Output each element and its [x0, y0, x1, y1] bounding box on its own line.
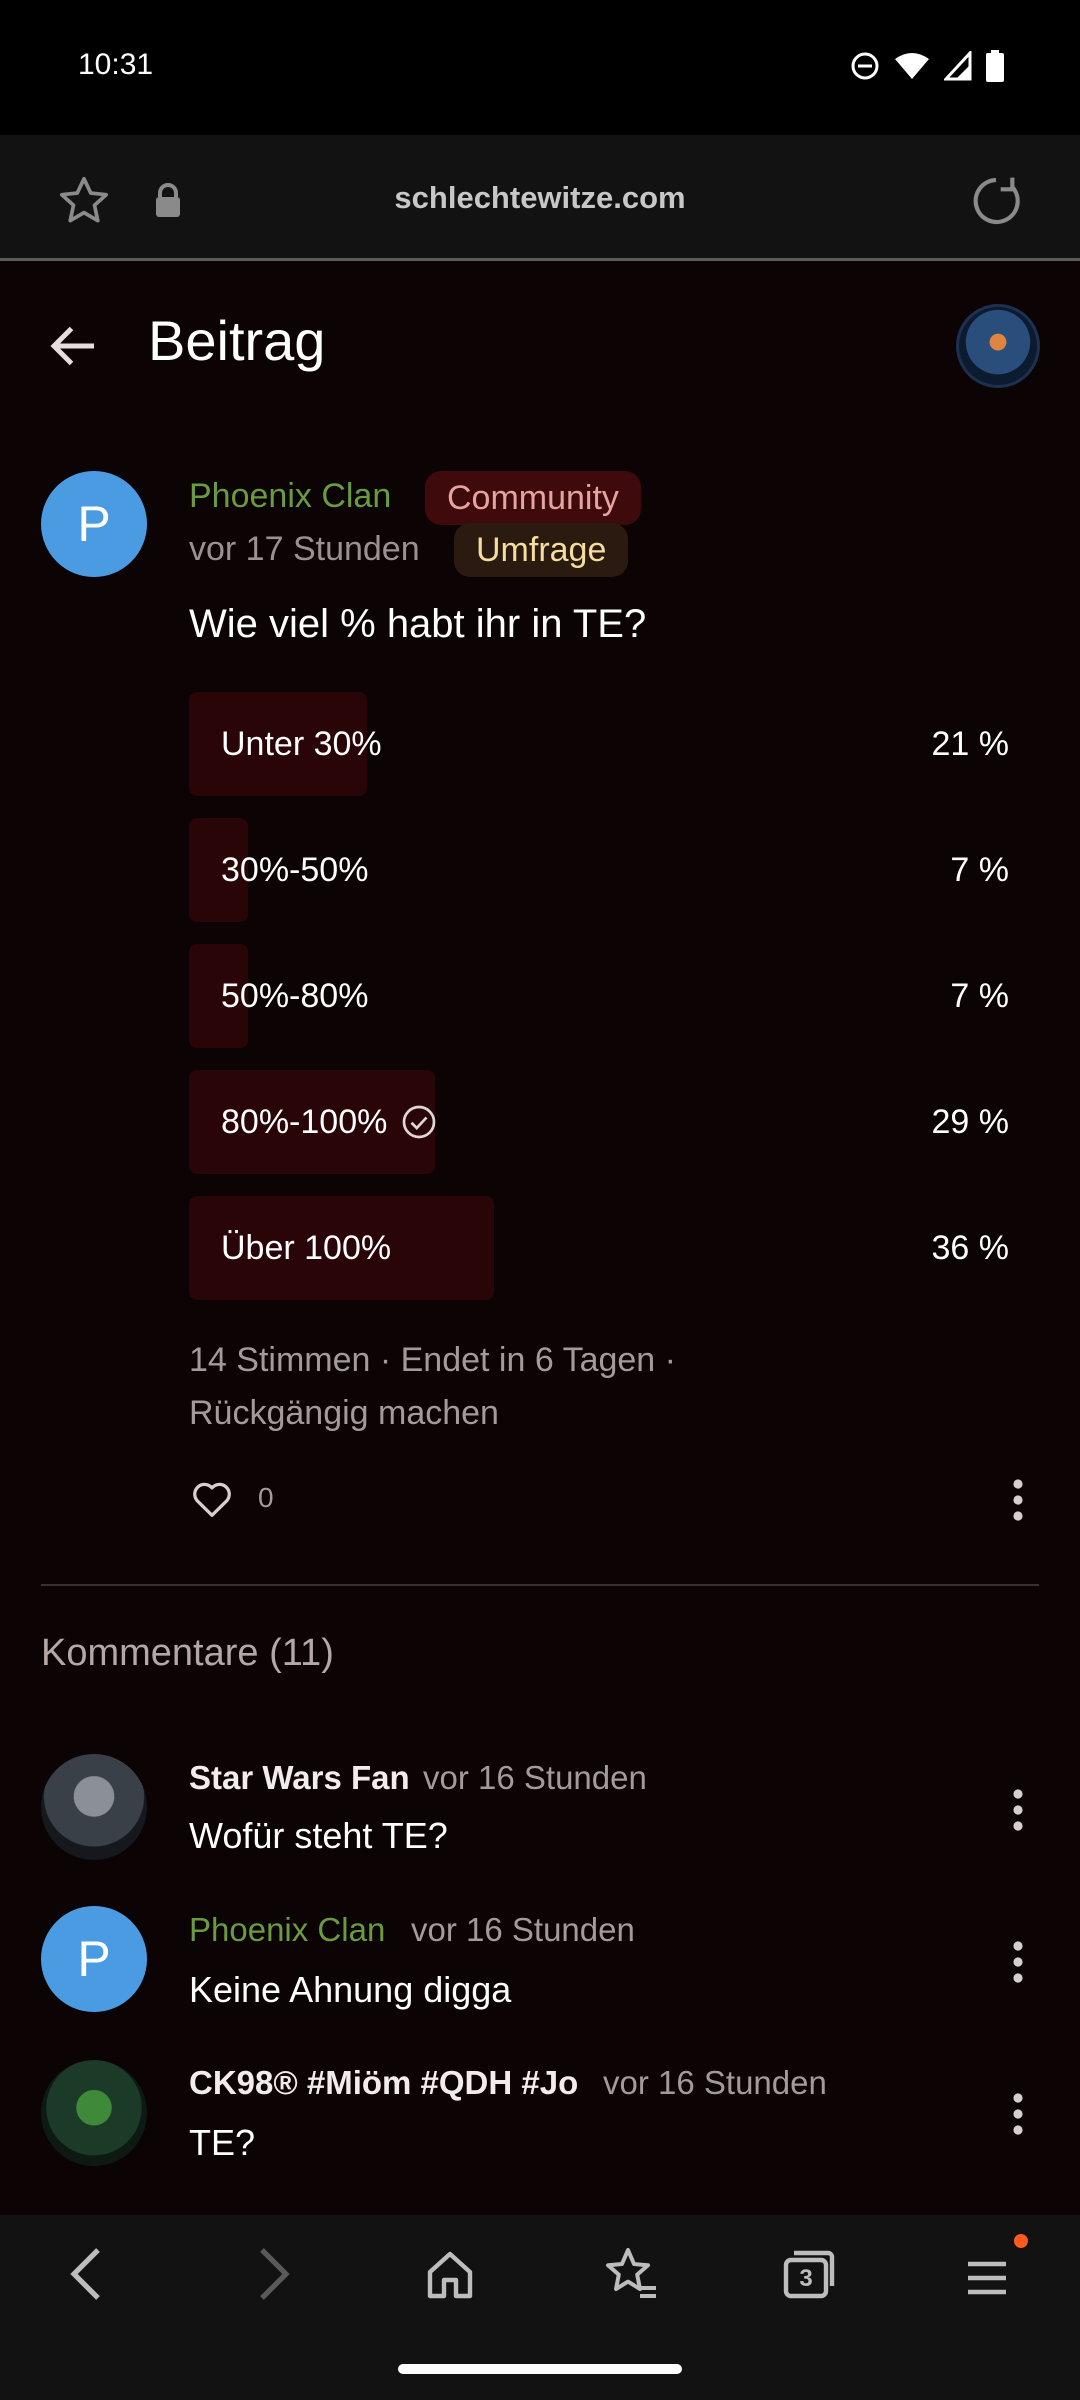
more-options-icon[interactable]: [1008, 1478, 1028, 1522]
poll-option-percent: 7 %: [950, 850, 1009, 889]
comment-time: vor 16 Stunden: [423, 1759, 647, 1796]
poll-option[interactable]: Über 100% 36 %: [189, 1196, 1009, 1300]
comment-author[interactable]: Phoenix Clan: [189, 1911, 385, 1949]
comment-text: TE?: [189, 2122, 256, 2163]
poll-option-label: 80%-100%: [221, 1102, 388, 1141]
battery-icon: [986, 50, 1004, 82]
heart-icon[interactable]: [189, 1476, 235, 1522]
poll-option[interactable]: Unter 30% 21 %: [189, 692, 1009, 796]
signal-icon: [944, 51, 972, 81]
forward-icon[interactable]: [250, 2246, 294, 2302]
comment-avatar[interactable]: P: [41, 1906, 147, 2012]
back-arrow-icon[interactable]: [44, 316, 104, 376]
back-icon[interactable]: [66, 2246, 110, 2302]
tabs-count: 3: [799, 2265, 813, 2292]
tabs-button[interactable]: 3: [780, 2246, 838, 2302]
menu-button[interactable]: [964, 2234, 1028, 2300]
post-author-name[interactable]: Phoenix Clan: [189, 477, 391, 516]
poll-option[interactable]: 30%-50% 7 %: [189, 818, 1009, 922]
post-timestamp: vor 17 Stunden: [189, 530, 420, 568]
poll-type-badge: Umfrage: [454, 523, 629, 577]
more-options-icon[interactable]: [1008, 1940, 1028, 1984]
bookmarks-star-icon[interactable]: [602, 2246, 660, 2302]
poll-option-selected[interactable]: 80%-100% 29 %: [189, 1070, 1009, 1174]
comment-time: vor 16 Stunden: [411, 1911, 635, 1948]
poll-option-percent: 7 %: [950, 976, 1009, 1015]
status-clock: 10:31: [78, 48, 154, 81]
wifi-icon: [895, 53, 929, 79]
more-options-icon[interactable]: [1008, 1788, 1028, 1832]
community-badge[interactable]: Community: [425, 471, 641, 525]
home-indicator[interactable]: [398, 2364, 682, 2374]
reload-icon[interactable]: [966, 173, 1026, 229]
comment-text: Keine Ahnung digga: [189, 1969, 512, 2010]
comment-author[interactable]: CK98® #Miöm #QDH #Jo: [189, 2064, 578, 2102]
comment-text: Wofür steht TE?: [189, 1815, 448, 1856]
comment-time: vor 16 Stunden: [603, 2064, 827, 2101]
do-not-disturb-icon: [851, 52, 879, 80]
bookmark-star-icon[interactable]: [54, 173, 114, 229]
undo-vote-link[interactable]: Rückgängig machen: [189, 1394, 499, 1432]
comment-avatar[interactable]: [41, 2060, 147, 2166]
comment-avatar[interactable]: [41, 1754, 147, 1860]
page-title: Beitrag: [148, 309, 326, 372]
post-author-avatar[interactable]: P: [41, 471, 147, 577]
poll-option-label: Unter 30%: [221, 724, 382, 763]
divider: [41, 1584, 1039, 1586]
poll-option-label: 50%-80%: [221, 976, 369, 1015]
poll-question: Wie viel % habt ihr in TE?: [189, 602, 647, 646]
comment-author[interactable]: Star Wars Fan: [189, 1759, 410, 1797]
comments-heading: Kommentare (11): [41, 1632, 334, 1674]
menu-icon: [968, 2261, 1006, 2295]
like-count: 0: [258, 1482, 274, 1513]
poll-option-percent: 36 %: [931, 1228, 1010, 1267]
poll-option-label: 30%-50%: [221, 850, 369, 889]
user-profile-avatar[interactable]: [956, 304, 1040, 388]
poll-stats: 14 Stimmen · Endet in 6 Tagen ·: [189, 1341, 676, 1379]
status-icons: [850, 50, 1004, 82]
poll-option-percent: 29 %: [931, 1102, 1010, 1141]
poll-meta: 14 Stimmen · Endet in 6 Tagen · Rückgäng…: [189, 1334, 769, 1440]
check-circle-icon: [402, 1105, 436, 1139]
poll-option-percent: 21 %: [931, 724, 1010, 763]
poll-option[interactable]: 50%-80% 7 %: [189, 944, 1009, 1048]
lock-icon: [156, 183, 180, 217]
poll-option-label: Über 100%: [221, 1228, 392, 1267]
notification-dot: [1014, 2234, 1028, 2248]
more-options-icon[interactable]: [1008, 2092, 1028, 2136]
home-icon[interactable]: [424, 2248, 476, 2300]
